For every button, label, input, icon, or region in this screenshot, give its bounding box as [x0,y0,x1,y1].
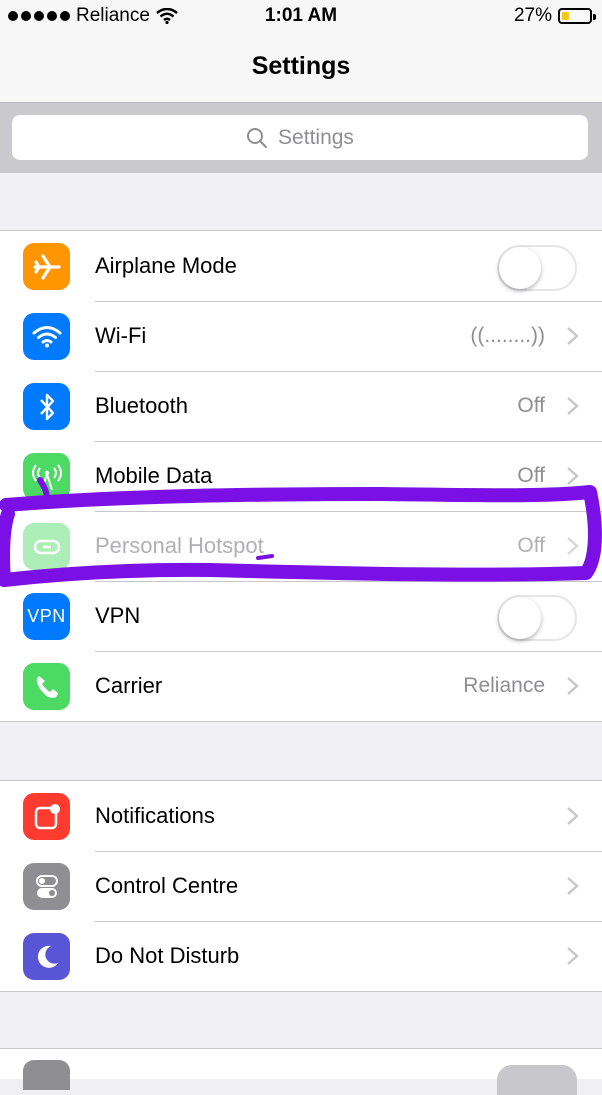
settings-row-personal-hotspot[interactable]: Personal Hotspot Off [0,511,602,581]
chevron-right-icon [567,947,579,965]
chevron-right-icon [567,537,579,555]
chevron-right-icon [567,467,579,485]
row-label: Carrier [95,673,163,698]
search-input[interactable]: Settings [12,115,588,160]
airplane-mode-toggle[interactable] [497,245,577,291]
row-label: Control Centre [95,873,239,898]
chevron-right-icon [567,327,579,345]
settings-row-bluetooth[interactable]: Bluetooth Off [0,371,602,441]
vpn-icon: VPN [23,593,70,640]
settings-row-carrier[interactable]: Carrier Reliance [0,651,602,721]
settings-row-control-centre[interactable]: Control Centre [0,851,602,921]
row-value: Reliance [463,674,545,697]
settings-row-vpn[interactable]: VPN VPN [0,581,602,651]
settings-row-airplane-mode[interactable]: Airplane Mode [0,231,602,301]
battery-percent: 27% [513,5,552,26]
brightness-icon [23,1060,70,1090]
next-group-partial [0,1048,602,1095]
search-placeholder: Settings [278,125,354,149]
signal-strength-icon [8,11,70,21]
wifi-status-icon [156,8,178,24]
status-bar: Reliance 1:01 AM 27% [0,0,602,34]
status-right: 27% [513,5,596,27]
chevron-right-icon [567,677,579,695]
battery-icon [558,8,596,24]
navigation-bar: Settings [0,34,602,103]
row-value: Off [517,394,545,417]
row-label: Notifications [95,803,215,828]
moon-icon [23,933,70,980]
row-value: Off [517,534,545,557]
phone-icon [23,663,70,710]
partial-toggle [497,1065,577,1095]
row-value: ((........)) [470,324,545,347]
chevron-right-icon [567,397,579,415]
row-label: Do Not Disturb [95,943,240,968]
search-icon [247,127,268,148]
antenna-icon [23,453,70,500]
status-left: Reliance [8,5,178,27]
settings-row-wifi[interactable]: Wi-Fi ((........)) [0,301,602,371]
chevron-right-icon [567,877,579,895]
row-label: Personal Hotspot [95,533,264,558]
hotspot-icon [23,523,70,570]
carrier-name: Reliance [76,5,150,26]
page-title: Settings [251,52,351,80]
row-label: Mobile Data [95,463,213,488]
bluetooth-icon [23,383,70,430]
switches-icon [23,863,70,910]
airplane-icon [23,243,70,290]
chevron-right-icon [567,807,579,825]
vpn-icon-text: VPN [27,606,66,626]
notifications-icon [23,793,70,840]
row-label: Bluetooth [95,393,188,418]
row-label: VPN [95,603,141,628]
row-label: Airplane Mode [95,253,237,278]
settings-row-notifications[interactable]: Notifications [0,781,602,851]
row-value: Off [517,464,545,487]
system-group: Notifications Control Centre Do Not Dist… [0,780,602,992]
row-label: Wi-Fi [95,323,147,348]
settings-row-mobile-data[interactable]: Mobile Data Off [0,441,602,511]
wifi-icon [23,313,70,360]
search-area: Settings [0,103,602,173]
settings-row-do-not-disturb[interactable]: Do Not Disturb [0,921,602,991]
vpn-toggle[interactable] [497,595,577,641]
connectivity-group: Airplane Mode Wi-Fi ((........)) Bluetoo… [0,230,602,722]
